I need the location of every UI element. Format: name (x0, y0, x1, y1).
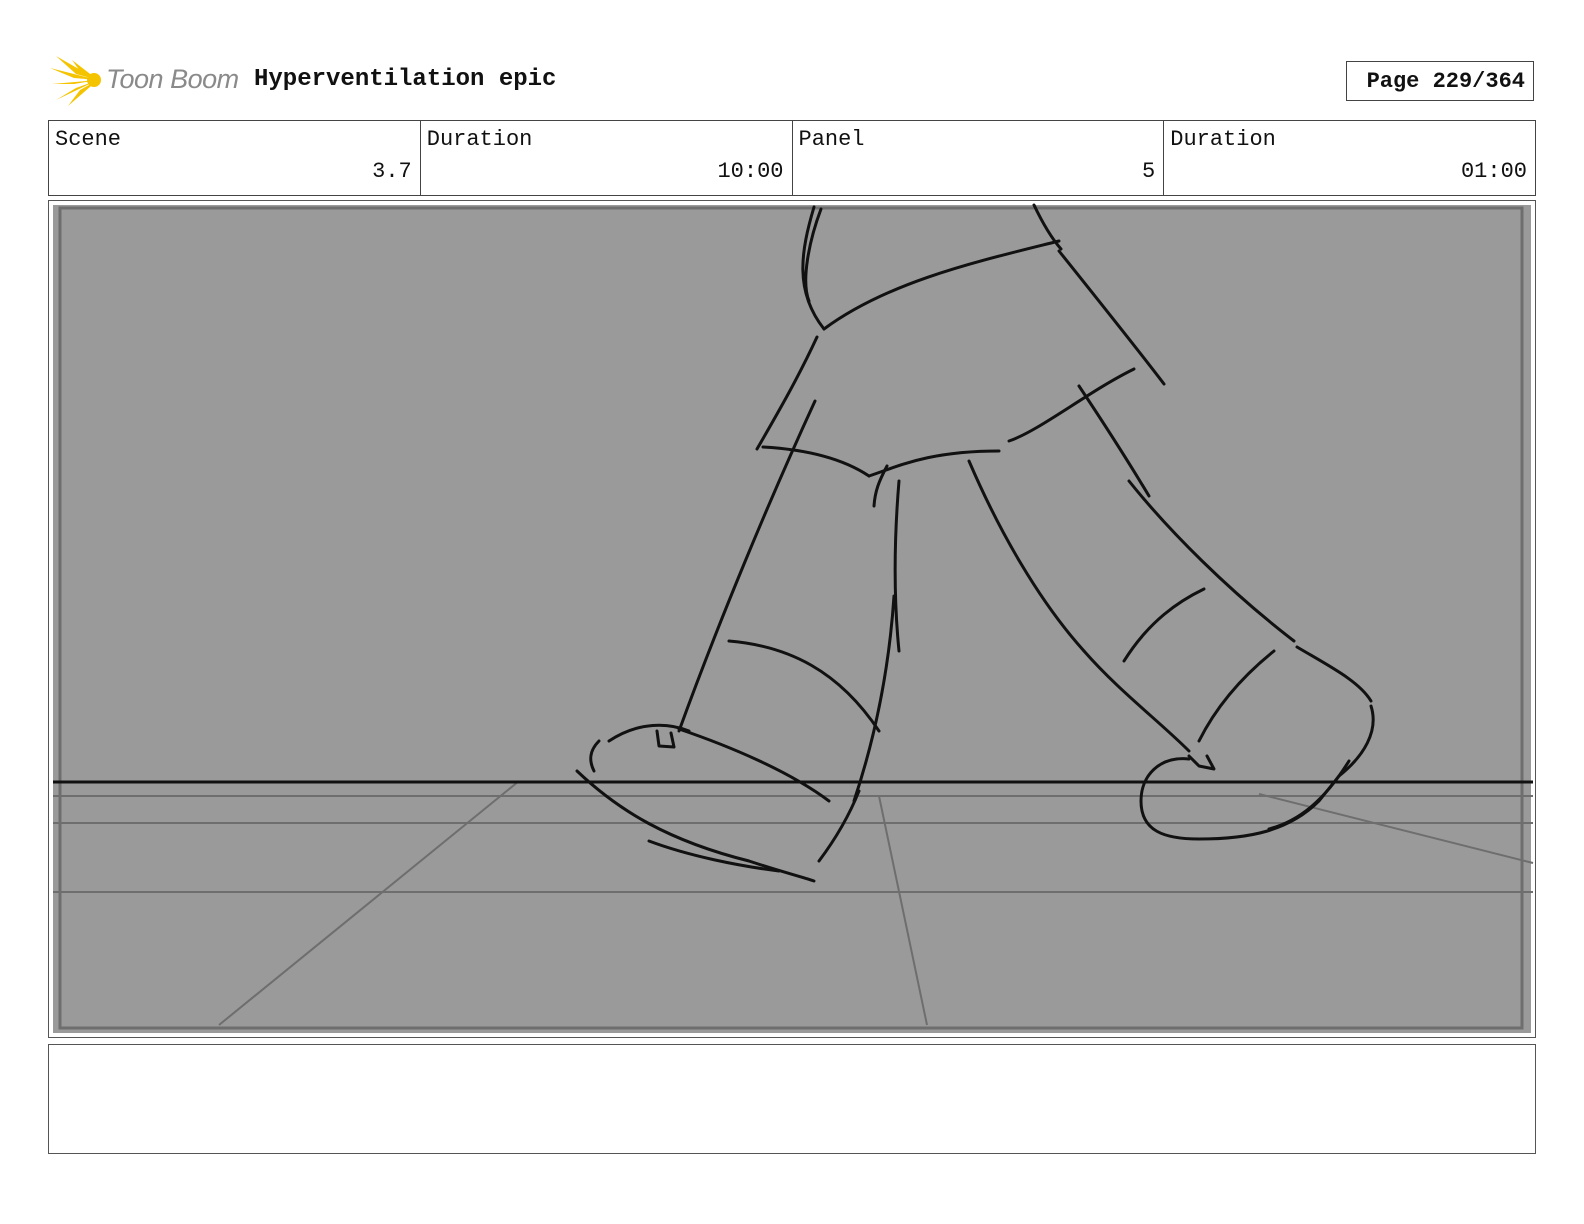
panel-duration-value: 01:00 (1460, 159, 1527, 184)
panel-value: 5 (1142, 159, 1156, 184)
scene-duration-label: Duration (426, 127, 533, 152)
starburst-icon (50, 56, 101, 106)
page-indicator: Page 229/364 (1346, 61, 1534, 101)
scene-label: Scene (55, 127, 122, 152)
scene-duration-cell: Duration 10:00 (421, 121, 793, 195)
page-number: Page 229/364 (1366, 69, 1525, 94)
project-title: Hyperventilation epic (254, 66, 557, 93)
panel-cell: Panel 5 (793, 121, 1165, 195)
logo-wordmark: Toon Boom (106, 64, 239, 94)
panel-sketch (53, 203, 1534, 1033)
panel-duration-cell: Duration 01:00 (1164, 121, 1535, 195)
scene-info-table: Scene 3.7 Duration 10:00 Panel 5 Duratio… (48, 120, 1536, 196)
panel-notes-box (48, 1044, 1536, 1154)
panel-label: Panel (798, 127, 865, 152)
scene-cell: Scene 3.7 (49, 121, 421, 195)
scene-value: 3.7 (372, 159, 412, 184)
panel-duration-label: Duration (1170, 127, 1276, 152)
storyboard-panel (48, 200, 1536, 1038)
toon-boom-logo: Toon Boom (50, 54, 240, 108)
scene-duration-value: 10:00 (717, 159, 784, 184)
panel-background (53, 205, 1531, 1033)
